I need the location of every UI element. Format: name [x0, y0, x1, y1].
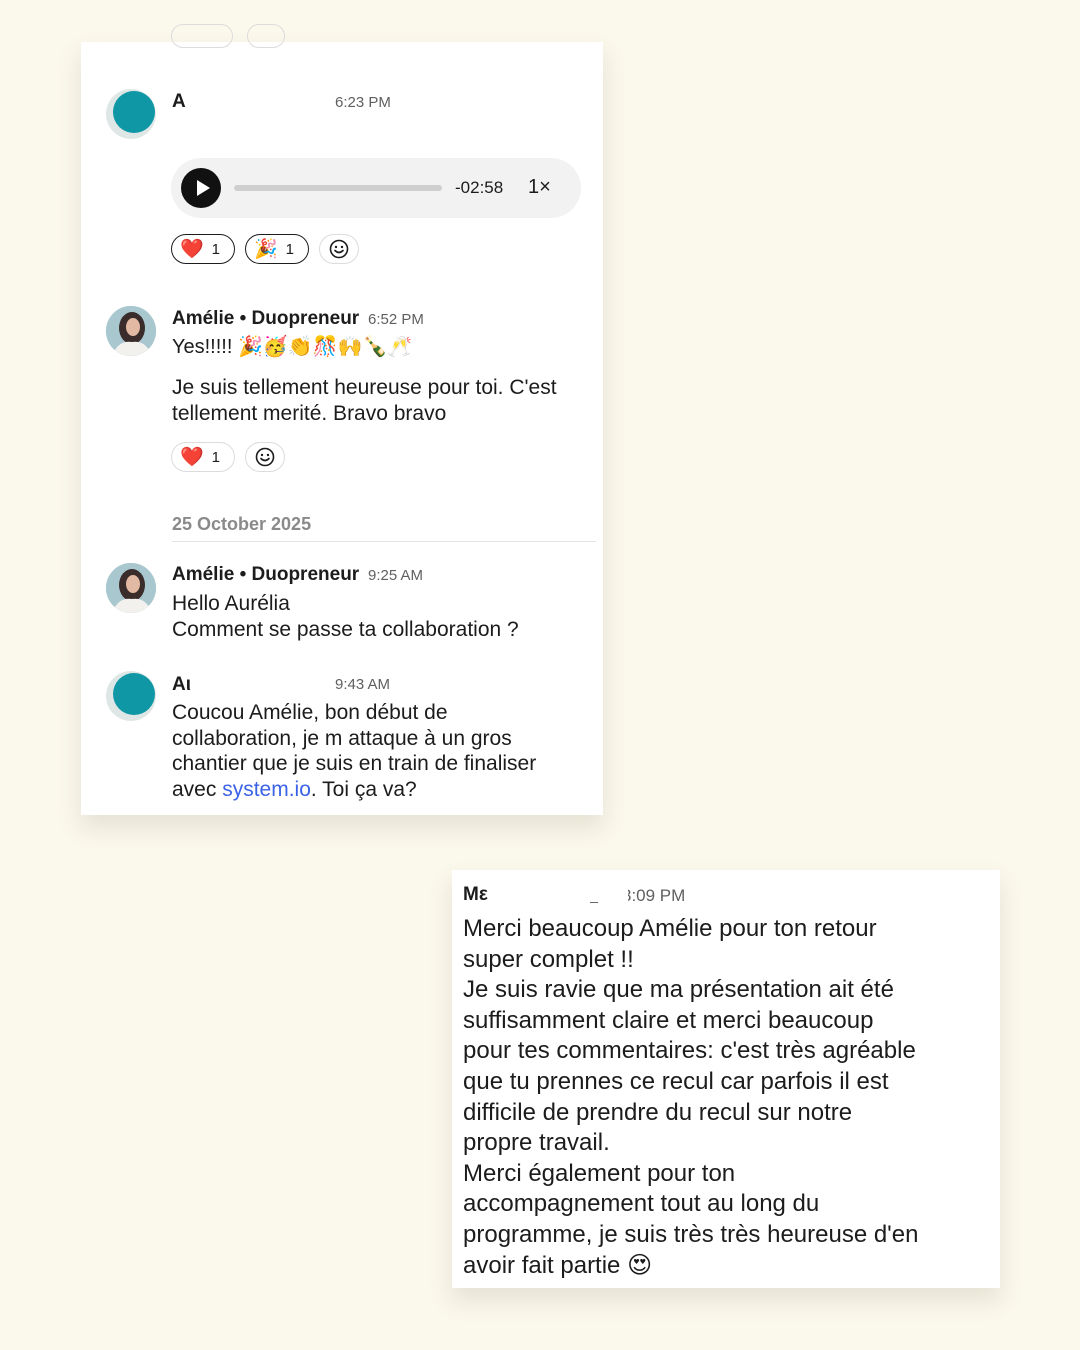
redacted-name-mask	[490, 882, 628, 908]
reaction-count: 1	[211, 240, 221, 258]
playback-speed-button[interactable]: 1×	[528, 176, 551, 199]
clipped-add-reaction-pill[interactable]	[247, 24, 285, 48]
play-icon[interactable]	[181, 168, 221, 208]
audio-progress-track[interactable]	[234, 185, 442, 191]
reaction-count: 1	[285, 240, 295, 258]
heart-emoji-icon: ❤️	[180, 239, 204, 260]
clipped-reaction-pill[interactable]	[171, 24, 233, 48]
date-divider-label: 25 October 2025	[172, 514, 312, 534]
smiley-add-icon	[329, 239, 349, 259]
message-text-part: . Toi ça va?	[310, 777, 417, 801]
avatar[interactable]	[106, 671, 156, 721]
reaction-heart-pill[interactable]: ❤️ 1	[171, 234, 235, 264]
avatar[interactable]	[106, 306, 156, 356]
message-text: Je suis tellement heureuse pour toi. C'e…	[172, 376, 557, 425]
message-time[interactable]: 6:23 PM	[335, 94, 391, 111]
avatar-blur	[113, 91, 155, 133]
audio-remaining-time: -02:58	[455, 178, 504, 197]
profile-photo-icon	[106, 563, 156, 613]
message-time[interactable]: 9:43 AM	[335, 676, 390, 693]
add-reaction-button[interactable]	[245, 442, 285, 472]
date-divider-line	[172, 541, 596, 542]
message-text: Hello Aurélia Comment se passe ta collab…	[172, 592, 519, 641]
profile-photo-icon	[106, 306, 156, 356]
message-time[interactable]: 3:09 PM	[622, 886, 685, 906]
author-name[interactable]: Amélie • Duopreneur	[172, 308, 359, 330]
reaction-count: 1	[211, 448, 221, 466]
add-reaction-button[interactable]	[319, 234, 359, 264]
message-text: Yes!!!!! 🎉🥳👏🎊🙌🍾🥂	[172, 336, 413, 358]
author-name[interactable]: Amélie • Duopreneur	[172, 564, 359, 586]
author-name[interactable]: Mε	[463, 884, 488, 906]
avatar[interactable]	[106, 563, 156, 613]
message-time[interactable]: 6:52 PM	[368, 311, 424, 328]
avatar[interactable]	[106, 89, 156, 139]
avatar-blur	[113, 673, 155, 715]
message-link[interactable]: system.io	[222, 778, 311, 801]
party-popper-emoji-icon: 🎉	[254, 239, 278, 260]
message-time[interactable]: 9:25 AM	[368, 567, 423, 584]
redaction-mark	[590, 902, 598, 903]
heart-emoji-icon: ❤️	[180, 447, 204, 468]
reaction-heart-pill[interactable]: ❤️ 1	[171, 442, 235, 472]
message-text: Merci beaucoup Amélie pour ton retour su…	[463, 915, 919, 1279]
redacted-time-mask	[620, 883, 628, 905]
smiley-add-icon	[255, 447, 275, 467]
audio-player: -02:58 1×	[171, 158, 581, 218]
author-name[interactable]: A	[172, 91, 186, 113]
message-text: Coucou Amélie, bon début de collaboratio…	[172, 700, 592, 802]
author-name[interactable]: Aι	[172, 674, 191, 696]
reaction-party-pill[interactable]: 🎉 1	[245, 234, 309, 264]
